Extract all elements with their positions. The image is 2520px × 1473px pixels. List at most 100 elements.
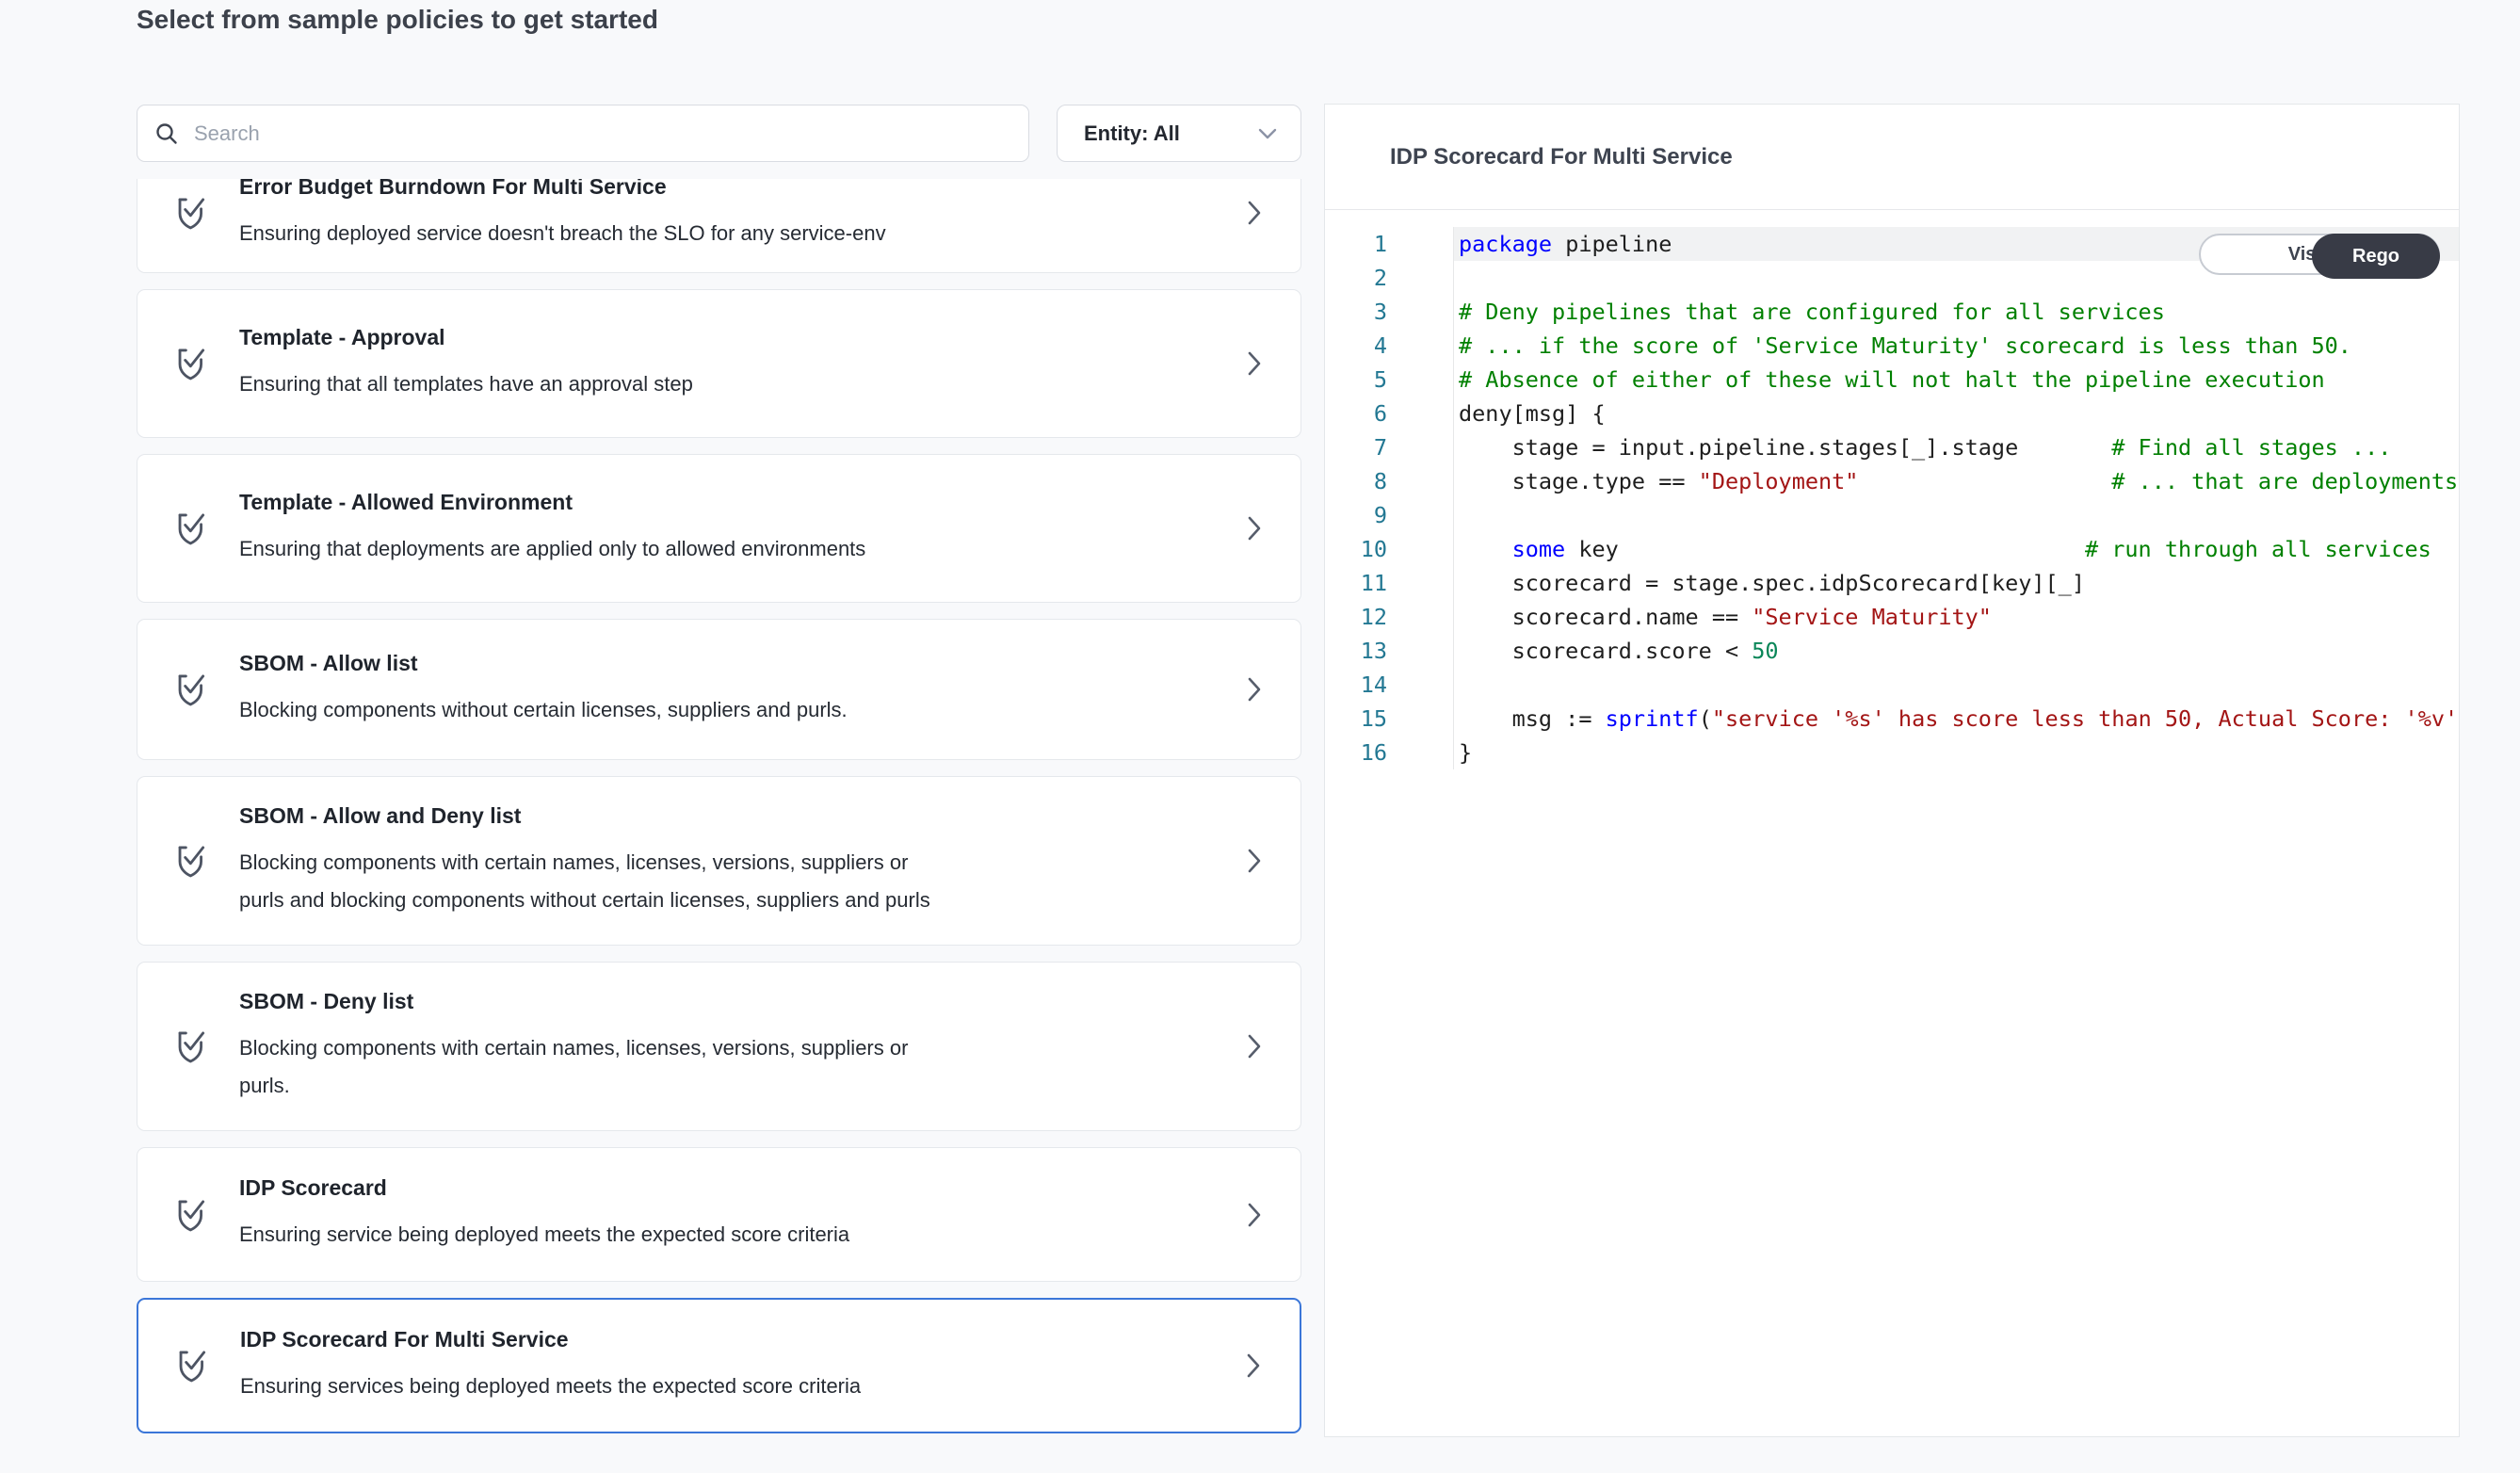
chevron-right-icon[interactable]: [1246, 675, 1263, 704]
code-line: 6 deny[msg] {: [1325, 397, 2459, 430]
policy-card-description: Blocking components without certain lice…: [239, 691, 955, 729]
code-line: 11 scorecard = stage.spec.idpScorecard[k…: [1325, 566, 2459, 600]
shield-check-icon: [175, 346, 209, 381]
code-line-content: # ... if the score of 'Service Maturity'…: [1453, 329, 2459, 363]
line-number: 5: [1325, 363, 1387, 397]
shield-check-icon: [175, 510, 209, 546]
policy-card-texts: IDP Scorecard Ensuring service being dep…: [239, 1175, 1227, 1254]
shield-check-icon: [175, 1028, 209, 1064]
code-line-content: stage.type == "Deployment" # ... that ar…: [1453, 464, 2459, 498]
search-icon: [154, 121, 179, 146]
policy-card-title: SBOM - Allow list: [239, 651, 1227, 676]
line-number: 14: [1325, 668, 1387, 702]
code-line-content: [1453, 498, 2459, 532]
code-line: 7 stage = input.pipeline.stages[_].stage…: [1325, 430, 2459, 464]
line-number: 16: [1325, 736, 1387, 769]
search-box[interactable]: [137, 105, 1029, 162]
code-line-content: scorecard.score < 50: [1453, 634, 2459, 668]
code-line: 10 some key # run through all services: [1325, 532, 2459, 566]
policy-card-description: Ensuring service being deployed meets th…: [239, 1216, 955, 1254]
code-line: 3 # Deny pipelines that are configured f…: [1325, 295, 2459, 329]
line-number: 13: [1325, 634, 1387, 668]
policy-card-texts: SBOM - Deny list Blocking components wit…: [239, 989, 1227, 1105]
code-line-content: scorecard.name == "Service Maturity": [1453, 600, 2459, 634]
shield-check-icon: [175, 672, 209, 707]
line-number: 11: [1325, 566, 1387, 600]
policy-card-texts: SBOM - Allow list Blocking components wi…: [239, 651, 1227, 729]
policy-card-title: SBOM - Allow and Deny list: [239, 803, 1227, 829]
policy-card-title: Template - Allowed Environment: [239, 490, 1227, 515]
code-line: 13 scorecard.score < 50: [1325, 634, 2459, 668]
line-number: 12: [1325, 600, 1387, 634]
code-line: 14: [1325, 668, 2459, 702]
policy-card[interactable]: SBOM - Allow and Deny list Blocking comp…: [137, 776, 1301, 946]
entity-filter-label: Entity: All: [1084, 121, 1255, 146]
code-line-content: # Deny pipelines that are configured for…: [1453, 295, 2459, 329]
shield-check-icon: [176, 1348, 210, 1384]
line-number: 4: [1325, 329, 1387, 363]
policy-card-title: SBOM - Deny list: [239, 989, 1227, 1014]
shield-check-icon: [175, 1197, 209, 1233]
policy-card-title: Template - Approval: [239, 325, 1227, 350]
code-line: 5 # Absence of either of these will not …: [1325, 363, 2459, 397]
policy-card-texts: Template - Approval Ensuring that all te…: [239, 325, 1227, 403]
chevron-down-icon: [1255, 126, 1280, 141]
line-number: 1: [1325, 227, 1387, 261]
policy-card-description: Ensuring that all templates have an appr…: [239, 365, 955, 403]
code-line-content: }: [1453, 736, 2459, 769]
code-line-content: # Absence of either of these will not ha…: [1453, 363, 2459, 397]
code-line-content: deny[msg] {: [1453, 397, 2459, 430]
code-line: 9: [1325, 498, 2459, 532]
policy-card-texts: Error Budget Burndown For Multi Service …: [239, 179, 1227, 252]
shield-check-icon: [175, 195, 209, 231]
chevron-right-icon[interactable]: [1246, 847, 1263, 875]
code-line: 4 # ... if the score of 'Service Maturit…: [1325, 329, 2459, 363]
detail-title: IDP Scorecard For Multi Service: [1390, 144, 1733, 170]
rego-code-editor[interactable]: 1 package pipeline 2 3 # Deny pipelines …: [1325, 210, 2459, 769]
code-line: 12 scorecard.name == "Service Maturity": [1325, 600, 2459, 634]
policy-card[interactable]: IDP Scorecard Ensuring service being dep…: [137, 1147, 1301, 1282]
policy-card[interactable]: Template - Approval Ensuring that all te…: [137, 289, 1301, 438]
line-number: 6: [1325, 397, 1387, 430]
policy-card-description: Ensuring services being deployed meets t…: [240, 1368, 956, 1405]
line-number: 10: [1325, 532, 1387, 566]
rego-toggle-button[interactable]: Rego: [2312, 234, 2440, 279]
line-number: 9: [1325, 498, 1387, 532]
chevron-right-icon[interactable]: [1246, 199, 1263, 227]
policy-card-description: Blocking components with certain names, …: [239, 844, 955, 919]
policy-card-texts: IDP Scorecard For Multi Service Ensuring…: [240, 1327, 1226, 1405]
code-line: 16 }: [1325, 736, 2459, 769]
chevron-right-icon[interactable]: [1246, 349, 1263, 378]
policy-card-title: Error Budget Burndown For Multi Service: [239, 179, 1227, 200]
shield-check-icon: [175, 843, 209, 879]
code-line-content: stage = input.pipeline.stages[_].stage #…: [1453, 430, 2459, 464]
policy-detail-panel: IDP Scorecard For Multi Service Visual R…: [1324, 104, 2460, 1437]
code-line-content: msg := sprintf("service '%s' has score l…: [1453, 702, 2459, 736]
policy-card[interactable]: SBOM - Allow list Blocking components wi…: [137, 619, 1301, 760]
policy-card-description: Ensuring that deployments are applied on…: [239, 530, 955, 568]
code-line: 15 msg := sprintf("service '%s' has scor…: [1325, 702, 2459, 736]
policy-card-title: IDP Scorecard For Multi Service: [240, 1327, 1226, 1352]
policy-card-title: IDP Scorecard: [239, 1175, 1227, 1201]
line-number: 3: [1325, 295, 1387, 329]
code-line-content: scorecard = stage.spec.idpScorecard[key]…: [1453, 566, 2459, 600]
policy-card-description: Ensuring deployed service doesn't breach…: [239, 215, 955, 252]
code-line-content: some key # run through all services: [1453, 532, 2459, 566]
policy-card[interactable]: Error Budget Burndown For Multi Service …: [137, 179, 1301, 273]
code-line: 8 stage.type == "Deployment" # ... that …: [1325, 464, 2459, 498]
entity-filter-dropdown[interactable]: Entity: All: [1057, 105, 1301, 162]
line-number: 15: [1325, 702, 1387, 736]
editor-mode-toggle[interactable]: Visual Rego: [2199, 234, 2440, 275]
page-title: Select from sample policies to get start…: [137, 0, 658, 40]
chevron-right-icon[interactable]: [1246, 1032, 1263, 1060]
search-input[interactable]: [194, 121, 1011, 146]
policy-card[interactable]: IDP Scorecard For Multi Service Ensuring…: [137, 1298, 1301, 1433]
policy-card[interactable]: SBOM - Deny list Blocking components wit…: [137, 962, 1301, 1131]
line-number: 2: [1325, 261, 1387, 295]
chevron-right-icon[interactable]: [1246, 1201, 1263, 1229]
chevron-right-icon[interactable]: [1246, 514, 1263, 542]
policy-list: Error Budget Burndown For Multi Service …: [137, 179, 1301, 1441]
chevron-right-icon[interactable]: [1245, 1352, 1262, 1380]
line-number: 8: [1325, 464, 1387, 498]
policy-card[interactable]: Template - Allowed Environment Ensuring …: [137, 454, 1301, 603]
